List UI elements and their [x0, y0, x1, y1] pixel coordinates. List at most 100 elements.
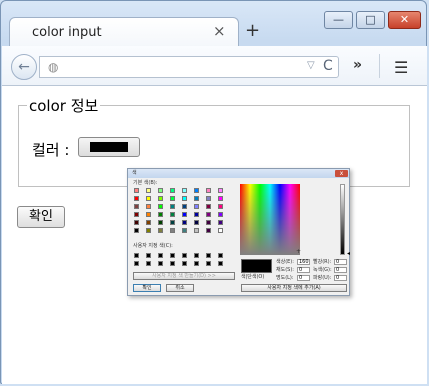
toolbar-divider [379, 54, 380, 78]
maximize-button[interactable]: □ [356, 11, 385, 29]
basic-color-swatch[interactable] [134, 228, 139, 233]
basic-color-swatch[interactable] [194, 196, 199, 201]
basic-color-swatch[interactable] [218, 204, 223, 209]
reload-icon[interactable]: C [323, 58, 333, 74]
custom-color-swatch[interactable] [170, 253, 175, 258]
basic-color-swatch[interactable] [206, 196, 211, 201]
custom-color-swatch[interactable] [194, 253, 199, 258]
color-spectrum[interactable] [240, 184, 300, 255]
dialog-close-button[interactable]: x [335, 170, 348, 177]
basic-color-swatch[interactable] [182, 220, 187, 225]
basic-color-swatch[interactable] [206, 204, 211, 209]
address-bar[interactable]: ◍ ▽ C [39, 56, 339, 78]
basic-color-swatch[interactable] [170, 204, 175, 209]
close-tab-icon[interactable]: × [213, 22, 226, 40]
basic-color-swatch[interactable] [218, 228, 223, 233]
custom-color-swatch[interactable] [206, 261, 211, 266]
basic-color-swatch[interactable] [218, 220, 223, 225]
window-close-button[interactable]: ✕ [388, 11, 421, 29]
blue-field[interactable]: 0 [334, 275, 347, 281]
dialog-titlebar: 색 x [128, 169, 349, 178]
lum-label: 명도(L): [276, 275, 294, 281]
define-custom-colors-button[interactable]: 사용자 지정 색 만들기(D) >> [133, 272, 235, 280]
tab-title: color input [32, 25, 102, 40]
custom-color-swatch[interactable] [158, 253, 163, 258]
basic-color-swatch[interactable] [158, 188, 163, 193]
luminance-slider[interactable] [340, 184, 345, 255]
basic-color-swatch[interactable] [134, 220, 139, 225]
basic-color-swatch[interactable] [170, 188, 175, 193]
lum-field[interactable]: 0 [297, 275, 310, 281]
basic-color-swatch[interactable] [194, 212, 199, 217]
custom-color-swatch[interactable] [146, 261, 151, 266]
custom-color-swatch[interactable] [134, 261, 139, 266]
spectrum-crosshair-icon: + [296, 248, 302, 255]
custom-color-swatch[interactable] [182, 261, 187, 266]
basic-color-swatch[interactable] [134, 188, 139, 193]
hue-field[interactable]: 160 [297, 259, 310, 265]
custom-color-swatch[interactable] [170, 261, 175, 266]
basic-color-swatch[interactable] [194, 204, 199, 209]
fieldset-legend: color 정보 [29, 97, 99, 115]
basic-color-swatch[interactable] [158, 212, 163, 217]
basic-color-swatch[interactable] [134, 196, 139, 201]
url-dropdown-icon[interactable]: ▽ [307, 60, 315, 71]
basic-color-swatch[interactable] [146, 228, 151, 233]
basic-color-swatch[interactable] [146, 196, 151, 201]
custom-color-swatch[interactable] [158, 261, 163, 266]
tab-color-input[interactable]: color input × [9, 17, 239, 47]
color-preview [241, 259, 272, 273]
basic-color-swatch[interactable] [146, 188, 151, 193]
basic-color-swatch[interactable] [218, 212, 223, 217]
green-field[interactable]: 0 [334, 267, 347, 273]
add-to-custom-colors-button[interactable]: 사용자 지정 색에 추가(A) [241, 284, 347, 292]
basic-color-swatch[interactable] [146, 212, 151, 217]
custom-color-swatch[interactable] [218, 253, 223, 258]
basic-color-swatch[interactable] [182, 188, 187, 193]
back-icon[interactable]: ← [11, 54, 37, 80]
basic-color-swatch[interactable] [146, 220, 151, 225]
color-input[interactable] [78, 137, 140, 157]
basic-color-swatch[interactable] [182, 212, 187, 217]
basic-color-swatch[interactable] [218, 196, 223, 201]
hamburger-menu-icon[interactable]: ☰ [394, 58, 408, 77]
custom-color-swatch[interactable] [218, 261, 223, 266]
basic-color-swatch[interactable] [170, 220, 175, 225]
basic-color-swatch[interactable] [170, 228, 175, 233]
basic-color-swatch[interactable] [158, 220, 163, 225]
basic-color-swatch[interactable] [146, 204, 151, 209]
basic-color-swatch[interactable] [134, 212, 139, 217]
basic-color-swatch[interactable] [218, 188, 223, 193]
custom-color-swatch[interactable] [146, 253, 151, 258]
custom-color-swatch[interactable] [134, 253, 139, 258]
luminance-arrow-icon[interactable]: ◂ [347, 250, 350, 257]
sat-field[interactable]: 0 [297, 267, 310, 273]
dialog-cancel-button[interactable]: 취소 [166, 284, 194, 292]
basic-color-swatch[interactable] [182, 196, 187, 201]
dialog-ok-button[interactable]: 확인 [133, 284, 161, 292]
submit-button[interactable]: 확인 [17, 206, 65, 228]
basic-color-swatch[interactable] [158, 196, 163, 201]
custom-color-swatch[interactable] [182, 253, 187, 258]
basic-color-swatch[interactable] [194, 220, 199, 225]
basic-color-swatch[interactable] [206, 212, 211, 217]
basic-color-swatch[interactable] [182, 204, 187, 209]
new-tab-icon[interactable]: + [245, 20, 260, 41]
basic-color-swatch[interactable] [206, 188, 211, 193]
overflow-chevron-icon[interactable]: » [353, 57, 362, 73]
basic-color-swatch[interactable] [182, 228, 187, 233]
custom-color-swatch[interactable] [194, 261, 199, 266]
basic-color-swatch[interactable] [194, 228, 199, 233]
basic-color-swatch[interactable] [134, 204, 139, 209]
basic-color-swatch[interactable] [158, 228, 163, 233]
basic-color-swatch[interactable] [206, 220, 211, 225]
basic-color-swatch[interactable] [194, 188, 199, 193]
basic-color-swatch[interactable] [206, 228, 211, 233]
basic-color-swatch[interactable] [158, 204, 163, 209]
blue-label: 파랑(U): [313, 275, 332, 281]
basic-color-swatch[interactable] [170, 196, 175, 201]
red-field[interactable]: 0 [334, 259, 347, 265]
basic-color-swatch[interactable] [170, 212, 175, 217]
minimize-button[interactable]: — [324, 11, 353, 29]
custom-color-swatch[interactable] [206, 253, 211, 258]
